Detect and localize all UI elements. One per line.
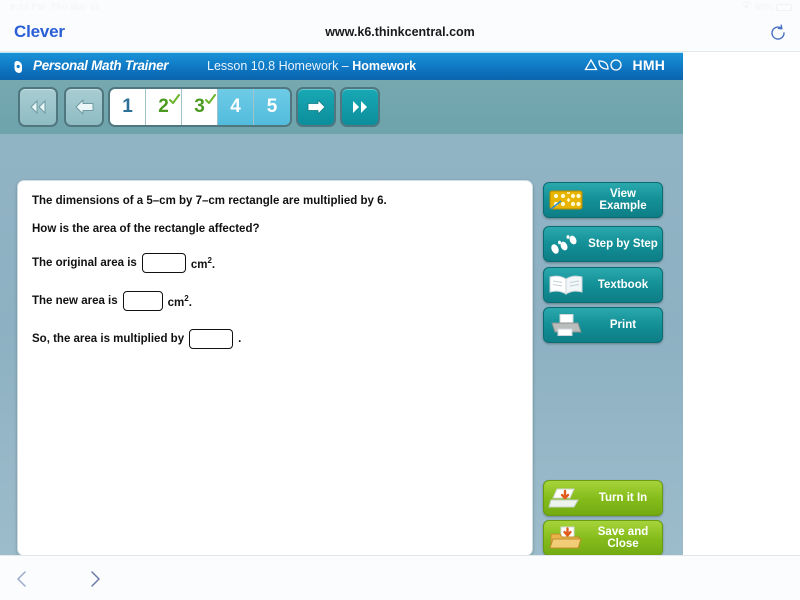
double-arrow-right-icon <box>353 101 367 113</box>
hmh-wordmark: HMH <box>632 57 665 73</box>
browser-back-button[interactable] <box>12 569 32 589</box>
open-book-icon <box>544 267 588 303</box>
abacus-icon <box>544 182 588 218</box>
turn-it-in-button[interactable]: Turn it In <box>543 480 663 516</box>
arrow-left-icon <box>75 99 93 115</box>
page-button-4[interactable]: 4 <box>218 89 254 125</box>
save-folder-icon <box>544 520 588 555</box>
arrow-right-icon <box>307 99 325 115</box>
page-complete-check-icon-3 <box>205 89 216 104</box>
printer-icon <box>544 307 588 343</box>
multiplier-input[interactable] <box>189 329 234 349</box>
page-selector: 1 2 3 4 5 <box>108 87 292 127</box>
print-label: Print <box>609 319 637 331</box>
view-example-label: View Example <box>599 188 647 212</box>
page-label-3: 3 <box>194 96 205 117</box>
page-button-5[interactable]: 5 <box>254 89 290 125</box>
product-title: Personal Math Trainer <box>33 58 169 73</box>
page-label-5: 5 <box>266 96 278 117</box>
app-viewport: Personal Math Trainer Lesson 10.8 Homewo… <box>0 52 683 555</box>
browser-bottom-bar <box>0 555 800 600</box>
original-area-input[interactable] <box>141 253 186 273</box>
new-area-input[interactable] <box>122 291 163 311</box>
next-page-button[interactable] <box>296 87 336 127</box>
page-label-4: 4 <box>230 96 241 117</box>
page-label-2: 2 <box>158 96 169 117</box>
double-arrow-left-icon <box>30 99 46 115</box>
app-header: Personal Math Trainer Lesson 10.8 Homewo… <box>0 52 683 80</box>
battery-percent: 85% <box>754 2 773 12</box>
page-label-1: 1 <box>122 96 133 117</box>
multiplier-period: . <box>238 333 242 345</box>
status-bar: 9:24 PM Thu Mar 11 85% <box>0 0 800 14</box>
page-button-2[interactable]: 2 <box>146 89 182 125</box>
multiplier-row: So, the area is multiplied by . <box>32 329 518 349</box>
previous-page-button[interactable] <box>64 87 104 127</box>
question-card: The dimensions of a 5–cm by 7–cm rectang… <box>17 180 533 555</box>
status-time-date: 9:24 PM Thu Mar 11 <box>10 0 100 14</box>
reload-icon[interactable] <box>768 23 788 43</box>
lesson-suffix: Homework <box>352 59 417 73</box>
save-and-close-label: Save and Close <box>597 526 649 550</box>
chevron-right-icon <box>91 571 100 587</box>
last-page-button[interactable] <box>340 87 380 127</box>
new-area-label: The new area is <box>32 295 118 307</box>
lesson-prefix: Lesson 10.8 Homework – <box>207 59 353 73</box>
url-display[interactable]: www.k6.thinkcentral.com <box>0 25 800 39</box>
turn-it-in-label: Turn it In <box>598 492 648 504</box>
chevron-left-icon <box>17 571 26 587</box>
multiplier-label: So, the area is multiplied by <box>32 333 185 345</box>
print-button[interactable]: Print <box>543 307 663 343</box>
footprints-icon <box>544 226 588 262</box>
browser-forward-button[interactable] <box>85 569 105 589</box>
status-indicators: 85% <box>741 0 792 14</box>
status-date: Thu Mar 11 <box>50 2 100 12</box>
new-area-unit: cm2. <box>167 293 192 309</box>
original-area-unit: cm2. <box>190 255 216 271</box>
page-navigation-bar: 1 2 3 4 5 <box>0 80 683 134</box>
view-example-button[interactable]: View Example <box>543 182 663 218</box>
whistle-icon <box>13 58 30 76</box>
question-prompt-line-2: How is the area of the rectangle affecte… <box>32 223 260 235</box>
step-by-step-button[interactable]: Step by Step <box>543 226 663 262</box>
battery-icon <box>776 3 792 11</box>
screen-root: 9:24 PM Thu Mar 11 85% Clever www.k6.thi… <box>0 0 800 600</box>
hmh-logo: HMH <box>583 57 665 73</box>
lesson-breadcrumb: Lesson 10.8 Homework – Homework <box>207 59 416 73</box>
new-area-row: The new area is cm2. <box>32 291 518 311</box>
wifi-icon <box>741 0 752 14</box>
page-complete-check-icon-2 <box>169 89 180 104</box>
save-and-close-button[interactable]: Save and Close <box>543 520 663 555</box>
hmh-marks-icon <box>583 58 622 71</box>
page-button-1[interactable]: 1 <box>110 89 146 125</box>
turn-in-icon <box>544 480 588 516</box>
status-time: 9:24 PM <box>10 2 46 12</box>
page-button-3[interactable]: 3 <box>182 89 218 125</box>
textbook-button[interactable]: Textbook <box>543 267 663 303</box>
first-page-button[interactable] <box>18 87 58 127</box>
original-area-label: The original area is <box>32 257 137 269</box>
step-by-step-label: Step by Step <box>588 238 658 250</box>
browser-top-bar: Clever www.k6.thinkcentral.com <box>0 14 800 52</box>
question-prompt-line-1: The dimensions of a 5–cm by 7–cm rectang… <box>32 195 387 207</box>
textbook-label: Textbook <box>597 279 649 291</box>
original-area-row: The original area is cm2. <box>32 253 518 273</box>
